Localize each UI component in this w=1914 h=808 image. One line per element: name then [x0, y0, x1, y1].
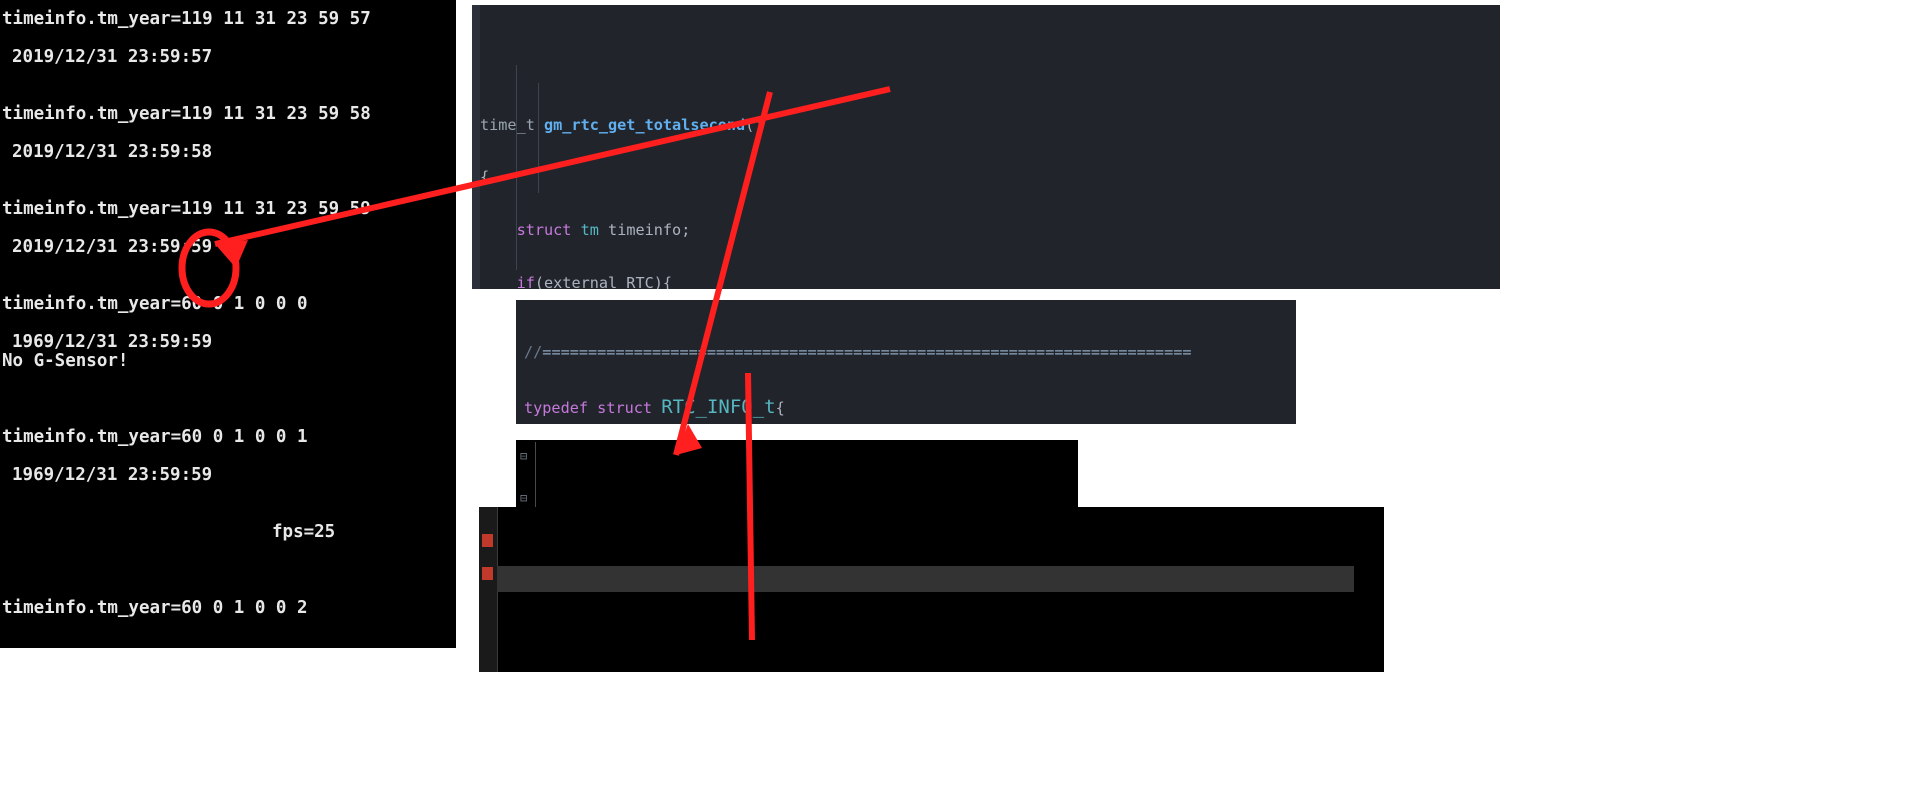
console-line: 2019/12/31 23:59:58	[12, 142, 213, 162]
code-block-gm-rtc-get-totalsecond[interactable]: time_t gm_rtc_get_totalsecond() { struct…	[472, 5, 1500, 289]
console-line-warning: No G-Sensor!	[2, 351, 129, 371]
code-line: typedef struct RTC_INFO_t{	[524, 396, 785, 419]
code-line: struct tm timeinfo;	[516, 221, 691, 240]
code-line: {	[480, 168, 490, 187]
fps-counter: fps=25	[272, 522, 336, 542]
console-line: 2019/12/31 23:59:59	[12, 237, 213, 257]
current-line-highlight	[497, 566, 1354, 592]
console-line-highlighted: timeinfo.tm_year=60 0 1 0 0 0	[2, 294, 308, 314]
indent-guide	[516, 65, 517, 270]
serial-console-panel[interactable]: timeinfo.tm_year=119 11 31 23 59 57 2019…	[0, 0, 456, 648]
code-block-rtc-info-struct[interactable]: //======================================…	[516, 300, 1296, 424]
console-line: 1969/12/31 23:59:59	[12, 465, 213, 485]
code-block-pcf8563-body[interactable]: if ((value = gm_i2c_read(I2C_ADDR, 0x08)…	[479, 507, 1384, 672]
console-line: timeinfo.tm_year=60 0 1 0 0 1	[2, 427, 308, 447]
code-line: if(external_RTC){	[516, 273, 673, 289]
console-line: 1969/12/31 23:59:59	[12, 332, 213, 352]
fold-minus-icon[interactable]: ⊟	[520, 446, 527, 467]
editor-margin-line	[535, 442, 536, 510]
fold-minus-icon[interactable]: ⊟	[520, 488, 527, 509]
console-line: timeinfo.tm_year=119 11 31 23 59 57	[2, 9, 371, 29]
breakpoint-margin[interactable]	[479, 507, 498, 672]
editor-gutter	[472, 5, 480, 289]
code-line: time_t gm_rtc_get_totalsecond()	[480, 115, 764, 134]
code-block-pcf8563-gettime-signature[interactable]: ⊟ ⊟ s32 gm_pcf8563_gettime(u32 *year, u3…	[516, 440, 1078, 516]
breakpoint-marker[interactable]	[482, 567, 493, 580]
console-line: 2019/12/31 23:59:57	[12, 47, 213, 67]
code-line-comment: //======================================…	[524, 342, 1192, 361]
console-line: timeinfo.tm_year=119 11 31 23 59 59	[2, 199, 371, 219]
function-name: gm_rtc_get_totalsecond	[544, 115, 746, 134]
struct-name: RTC_INFO_t	[661, 396, 776, 419]
indent-guide	[538, 83, 539, 193]
console-line: timeinfo.tm_year=119 11 31 23 59 58	[2, 104, 371, 124]
console-line: timeinfo.tm_year=60 0 1 0 0 2	[2, 598, 308, 618]
breakpoint-marker[interactable]	[482, 534, 493, 547]
